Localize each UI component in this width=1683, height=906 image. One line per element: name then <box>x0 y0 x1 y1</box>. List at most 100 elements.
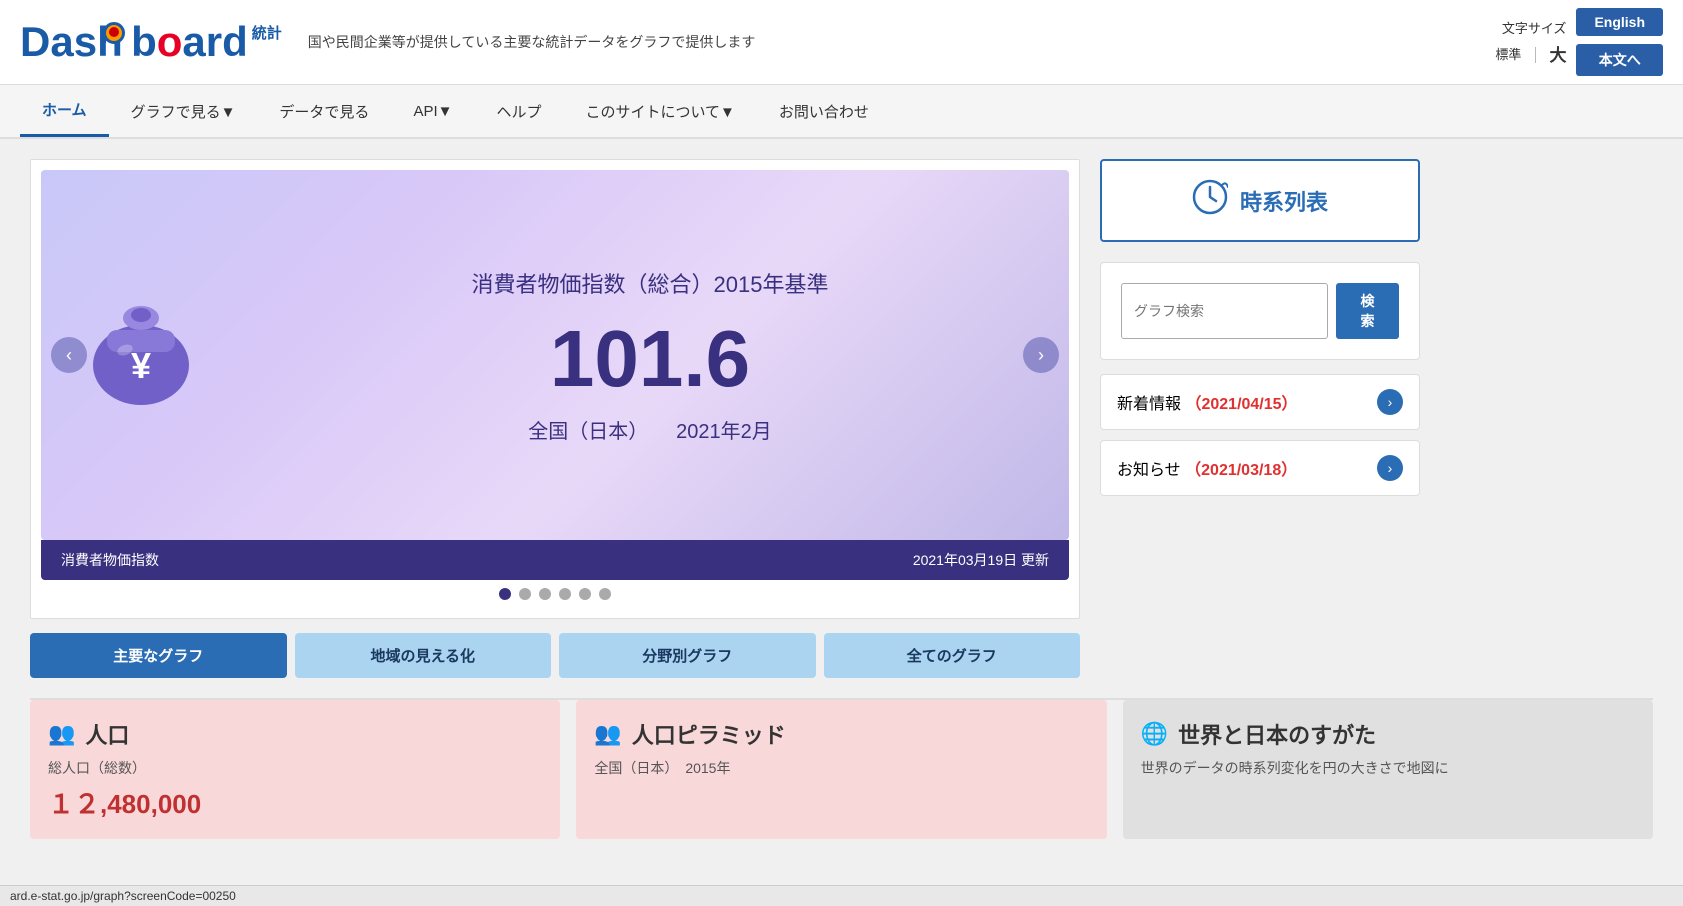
dot-5[interactable] <box>579 588 591 600</box>
logo-a: a <box>50 18 73 66</box>
carousel-prev-button[interactable]: ‹ <box>51 337 87 373</box>
carousel-footer-left: 消費者物価指数 <box>61 550 159 570</box>
right-sidebar: 時系列表 検索 新着情報 （2021/04/15） › お知らせ （2021/0… <box>1100 159 1420 678</box>
header: D a s h b o a r d 統計 国や民間企業等が提供している主要な統計… <box>0 0 1683 85</box>
main-content: ‹ ¥ <box>0 139 1683 698</box>
font-size-section: 文字サイズ 標準 ｜ 大 <box>1495 18 1566 66</box>
header-buttons: English 本文へ <box>1576 8 1663 76</box>
dot-3[interactable] <box>539 588 551 600</box>
news-latest-date: （2021/04/15） <box>1185 396 1297 413</box>
nav-item-home[interactable]: ホーム <box>20 85 109 137</box>
card-pyramid-subtitle: 全国（日本） 2015年 <box>594 758 1088 778</box>
population-icon: 👥 <box>48 721 75 747</box>
honbun-button[interactable]: 本文へ <box>1576 44 1663 76</box>
dot-2[interactable] <box>519 588 531 600</box>
carousel-next-button[interactable]: › <box>1023 337 1059 373</box>
font-size-std-btn[interactable]: 標準 <box>1495 44 1521 63</box>
carousel-title: 消費者物価指数（総合）2015年基準 <box>271 267 1029 299</box>
font-size-large-btn[interactable]: 大 <box>1549 41 1566 66</box>
card-world-desc: 世界のデータの時系列変化を円の大きさで地図に <box>1141 758 1635 778</box>
logo-o: o <box>157 18 183 66</box>
logo[interactable]: D a s h b o a r d 統計 <box>20 18 282 66</box>
card-pyramid-header: 👥 人口ピラミッド <box>594 718 1088 750</box>
english-button[interactable]: English <box>1576 8 1663 36</box>
font-size-label: 文字サイズ <box>1495 18 1566 37</box>
carousel-location: 全国（日本） <box>528 421 648 443</box>
font-divider: ｜ <box>1527 42 1543 66</box>
card-population-pyramid[interactable]: 👥 人口ピラミッド 全国（日本） 2015年 <box>576 700 1106 839</box>
world-icon: 🌐 <box>1141 721 1168 747</box>
news-notice-label: お知らせ （2021/03/18） <box>1117 456 1297 480</box>
carousel-purse-icon: ¥ <box>81 290 211 420</box>
statusbar-url: ard.e-stat.go.jp/graph?screenCode=00250 <box>10 889 236 903</box>
news-item-notice[interactable]: お知らせ （2021/03/18） › <box>1100 440 1420 496</box>
news-notice-arrow: › <box>1377 455 1403 481</box>
nav-item-data-view[interactable]: データで見る <box>257 87 391 136</box>
news-item-latest[interactable]: 新着情報 （2021/04/15） › <box>1100 374 1420 430</box>
nav-item-about[interactable]: このサイトについて▼ <box>563 87 756 136</box>
pyramid-icon: 👥 <box>594 721 621 747</box>
search-row: 検索 <box>1121 283 1399 339</box>
carousel-data: 消費者物価指数（総合）2015年基準 101.6 全国（日本） 2021年2月 <box>271 267 1029 444</box>
card-world-title: 世界と日本のすがた <box>1178 718 1376 750</box>
card-population-title: 人口 <box>85 718 129 750</box>
header-right: 文字サイズ 標準 ｜ 大 English 本文へ <box>1495 8 1663 76</box>
nav-item-graph-view[interactable]: グラフで見る▼ <box>109 87 258 136</box>
logo-b: b <box>131 18 157 66</box>
tab-field-graphs[interactable]: 分野別グラフ <box>559 633 816 678</box>
card-population-header: 👥 人口 <box>48 718 542 750</box>
search-box: 検索 <box>1100 262 1420 360</box>
dot-4[interactable] <box>559 588 571 600</box>
carousel-wrapper: ‹ ¥ <box>30 159 1080 619</box>
statusbar: ard.e-stat.go.jp/graph?screenCode=00250 <box>0 885 1683 906</box>
tab-all-graphs[interactable]: 全てのグラフ <box>824 633 1081 678</box>
logo-a2: a <box>182 18 205 66</box>
carousel-value: 101.6 <box>271 319 1029 399</box>
tab-main-graphs[interactable]: 主要なグラフ <box>30 633 287 678</box>
time-series-button[interactable]: 時系列表 <box>1100 159 1420 242</box>
logo-s: s <box>74 18 97 66</box>
card-world-japan[interactable]: 🌐 世界と日本のすがた 世界のデータの時系列変化を円の大きさで地図に <box>1123 700 1653 839</box>
carousel-slide: ‹ ¥ <box>41 170 1069 540</box>
card-population-value: １２,480,000 <box>48 784 542 821</box>
logo-d2: d <box>222 18 248 66</box>
nav-item-contact[interactable]: お問い合わせ <box>757 87 891 136</box>
card-pyramid-title: 人口ピラミッド <box>632 718 786 750</box>
logo-d: D <box>20 18 50 66</box>
bottom-cards: 👥 人口 総人口（総数） １２,480,000 👥 人口ピラミッド 全国（日本）… <box>0 700 1683 859</box>
logo-h-container: h <box>97 18 131 60</box>
clock-icon <box>1192 179 1228 222</box>
carousel-content: ¥ 消費者物価指数（総合）2015年基準 101.6 全国（日本） 2021年2… <box>81 267 1029 444</box>
carousel-footer-right: 2021年03月19日 更新 <box>913 550 1049 570</box>
carousel-footer: 消費者物価指数 2021年03月19日 更新 <box>41 540 1069 580</box>
nav-item-api[interactable]: API▼ <box>391 89 474 134</box>
time-series-label: 時系列表 <box>1240 185 1328 217</box>
font-size-controls: 標準 ｜ 大 <box>1495 41 1566 66</box>
nav-item-help[interactable]: ヘルプ <box>474 87 563 136</box>
news-latest-label: 新着情報 （2021/04/15） <box>1117 390 1298 414</box>
news-notice-text: お知らせ <box>1117 462 1181 479</box>
card-population[interactable]: 👥 人口 総人口（総数） １２,480,000 <box>30 700 560 839</box>
logo-stat: 統計 <box>252 22 282 43</box>
card-world-header: 🌐 世界と日本のすがた <box>1141 718 1635 750</box>
news-notice-date: （2021/03/18） <box>1185 462 1297 479</box>
tab-regional[interactable]: 地域の見える化 <box>295 633 552 678</box>
card-population-subtitle: 総人口（総数） <box>48 758 542 778</box>
header-tagline: 国や民間企業等が提供している主要な統計データをグラフで提供します <box>308 32 756 52</box>
tab-buttons: 主要なグラフ 地域の見える化 分野別グラフ 全てのグラフ <box>30 633 1080 678</box>
carousel-subtitle: 全国（日本） 2021年2月 <box>271 415 1029 444</box>
logo-r: r <box>206 18 222 66</box>
carousel-dots <box>41 580 1069 608</box>
main-nav: ホーム グラフで見る▼ データで見る API▼ ヘルプ このサイトについて▼ お… <box>0 85 1683 139</box>
dot-6[interactable] <box>599 588 611 600</box>
carousel-date: 2021年2月 <box>676 421 772 443</box>
carousel-section: ‹ ¥ <box>30 159 1080 678</box>
search-input[interactable] <box>1121 283 1328 339</box>
dot-1[interactable] <box>499 588 511 600</box>
news-latest-text: 新着情報 <box>1117 396 1181 413</box>
search-button[interactable]: 検索 <box>1336 283 1399 339</box>
news-latest-arrow: › <box>1377 389 1403 415</box>
header-left: D a s h b o a r d 統計 国や民間企業等が提供している主要な統計… <box>20 18 755 66</box>
logo-circle-red <box>109 27 119 37</box>
svg-text:¥: ¥ <box>131 345 151 386</box>
